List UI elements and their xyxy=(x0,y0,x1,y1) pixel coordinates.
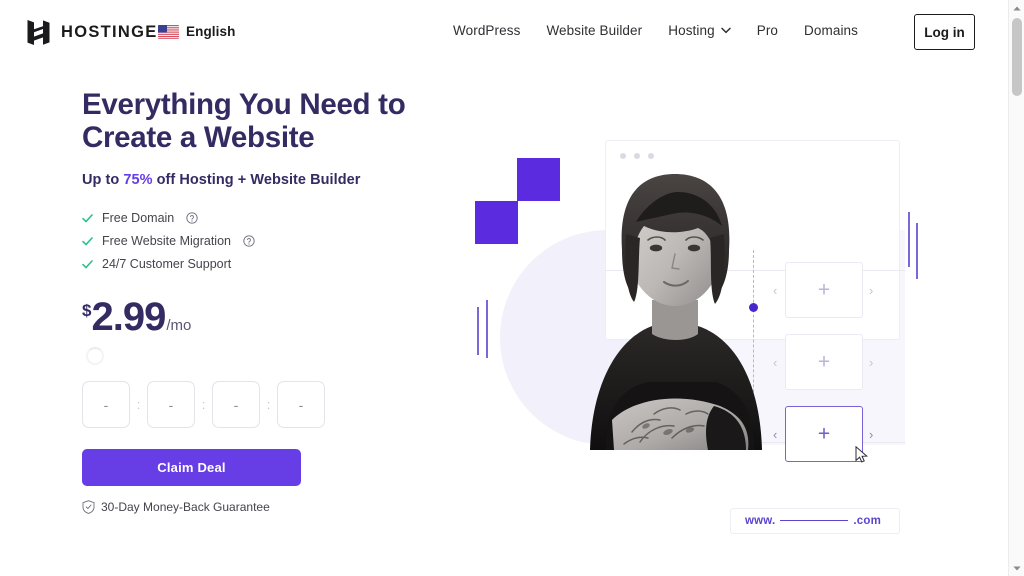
scroll-down-arrow-glyph xyxy=(1013,566,1021,570)
page-content: HOSTINGER English WordPress Website Buil… xyxy=(0,0,1008,576)
chevron-right-icon[interactable]: › xyxy=(869,356,873,369)
feature-label: Free Website Migration xyxy=(102,234,231,248)
language-label: English xyxy=(186,24,236,39)
page-title: Everything You Need to Create a Website xyxy=(82,88,406,154)
plus-icon: + xyxy=(817,278,831,302)
chevron-right-icon[interactable]: › xyxy=(869,428,873,441)
mouse-cursor-icon xyxy=(855,446,868,463)
countdown-separator: : xyxy=(201,397,206,412)
shield-check-icon xyxy=(82,500,95,514)
scrollbar-thumb[interactable] xyxy=(1012,18,1022,96)
price-period: /mo xyxy=(166,317,192,334)
question-mark-circle-icon[interactable] xyxy=(243,235,255,247)
woman-with-tattoos-photo xyxy=(590,174,762,450)
hero-text-column: Everything You Need to Create a Website … xyxy=(82,88,482,514)
nav-item-domains[interactable]: Domains xyxy=(804,23,858,38)
brand-name: HOSTINGER xyxy=(61,23,171,41)
decorative-line-left-a xyxy=(477,307,479,355)
price-display: $ 2.99 /mo xyxy=(82,297,482,337)
price-amount: 2.99 xyxy=(91,295,166,339)
decorative-line-left-b xyxy=(486,300,488,358)
countdown-unit-minutes: - xyxy=(212,381,260,428)
feature-list: Free Domain Free Website Migration 24/7 … xyxy=(82,211,482,271)
price-currency: $ xyxy=(82,301,92,320)
plus-icon: + xyxy=(817,350,831,374)
nav-label: WordPress xyxy=(453,23,521,38)
us-flag-icon xyxy=(158,24,179,39)
chevron-down-icon xyxy=(720,27,731,34)
scroll-up-arrow-glyph xyxy=(1013,6,1021,10)
site-header: HOSTINGER English WordPress Website Buil… xyxy=(0,0,1008,66)
countdown-unit-hours: - xyxy=(147,381,195,428)
builder-placeholder-card-2[interactable]: + xyxy=(785,334,863,390)
hero-subtitle: Up to 75% off Hosting + Website Builder xyxy=(82,172,482,188)
decorative-line-right-a xyxy=(908,212,910,267)
countdown-separator: : xyxy=(266,397,271,412)
nav-item-website-builder[interactable]: Website Builder xyxy=(546,23,642,38)
plus-icon: + xyxy=(817,422,831,446)
nav-item-hosting[interactable]: Hosting xyxy=(668,23,731,38)
domain-prefix: www. xyxy=(745,515,776,527)
feature-item-free-domain: Free Domain xyxy=(82,211,482,225)
question-mark-circle-icon[interactable] xyxy=(186,212,198,224)
subtitle-prefix: Up to xyxy=(82,172,124,188)
builder-placeholder-card-1[interactable]: + xyxy=(785,262,863,318)
page-scrollbar[interactable] xyxy=(1008,0,1024,576)
feature-item-customer-support: 24/7 Customer Support xyxy=(82,257,482,271)
nav-label: Hosting xyxy=(668,23,715,38)
countdown-unit-seconds: - xyxy=(277,381,325,428)
chevron-left-icon[interactable]: ‹ xyxy=(773,356,777,369)
language-selector[interactable]: English xyxy=(158,24,235,39)
countdown-timer: - : - : - : - xyxy=(82,381,482,428)
nav-label: Pro xyxy=(756,23,779,38)
decorative-line-right-b xyxy=(916,223,918,279)
discount-percent: 75% xyxy=(123,172,153,188)
claim-deal-button[interactable]: Claim Deal xyxy=(82,449,301,486)
money-back-guarantee: 30-Day Money-Back Guarantee xyxy=(82,500,482,514)
check-icon xyxy=(82,213,93,222)
browser-viewport: HOSTINGER English WordPress Website Buil… xyxy=(0,0,1024,576)
chevron-right-icon[interactable]: › xyxy=(869,284,873,297)
subtitle-suffix: off Hosting + Website Builder xyxy=(152,172,361,188)
nav-label: Domains xyxy=(804,23,858,38)
check-icon xyxy=(82,236,93,245)
feature-label: 24/7 Customer Support xyxy=(102,257,232,271)
builder-placeholder-card-3-selected[interactable]: + xyxy=(785,406,863,462)
main-navigation: WordPress Website Builder Hosting Pro Do… xyxy=(453,23,858,38)
feature-item-free-migration: Free Website Migration xyxy=(82,234,482,248)
chevron-left-icon[interactable]: ‹ xyxy=(773,428,777,441)
domain-name-bar[interactable]: www. .com xyxy=(730,508,900,534)
countdown-unit-days: - xyxy=(82,381,130,428)
guarantee-label: 30-Day Money-Back Guarantee xyxy=(101,500,270,514)
hostinger-h-logo-icon xyxy=(27,20,50,45)
brand-logo[interactable]: HOSTINGER xyxy=(27,20,171,45)
domain-input-blank[interactable] xyxy=(780,519,849,521)
nav-label: Website Builder xyxy=(546,23,643,38)
countdown-separator: : xyxy=(136,397,141,412)
hero-illustration: + + + ‹ › ‹ › ‹ › www. .com xyxy=(455,120,1000,534)
domain-suffix: .com xyxy=(853,515,882,527)
chevron-left-icon[interactable]: ‹ xyxy=(773,284,777,297)
nav-item-wordpress[interactable]: WordPress xyxy=(453,23,520,38)
loading-spinner-icon xyxy=(86,347,104,365)
nav-item-pro[interactable]: Pro xyxy=(757,23,778,38)
scroll-up-arrow-icon[interactable] xyxy=(1009,0,1024,16)
login-button[interactable]: Log in xyxy=(914,14,975,50)
feature-label: Free Domain xyxy=(102,211,175,225)
scroll-down-arrow-icon[interactable] xyxy=(1009,560,1024,576)
purple-square-lower xyxy=(475,201,518,244)
check-icon xyxy=(82,259,93,268)
